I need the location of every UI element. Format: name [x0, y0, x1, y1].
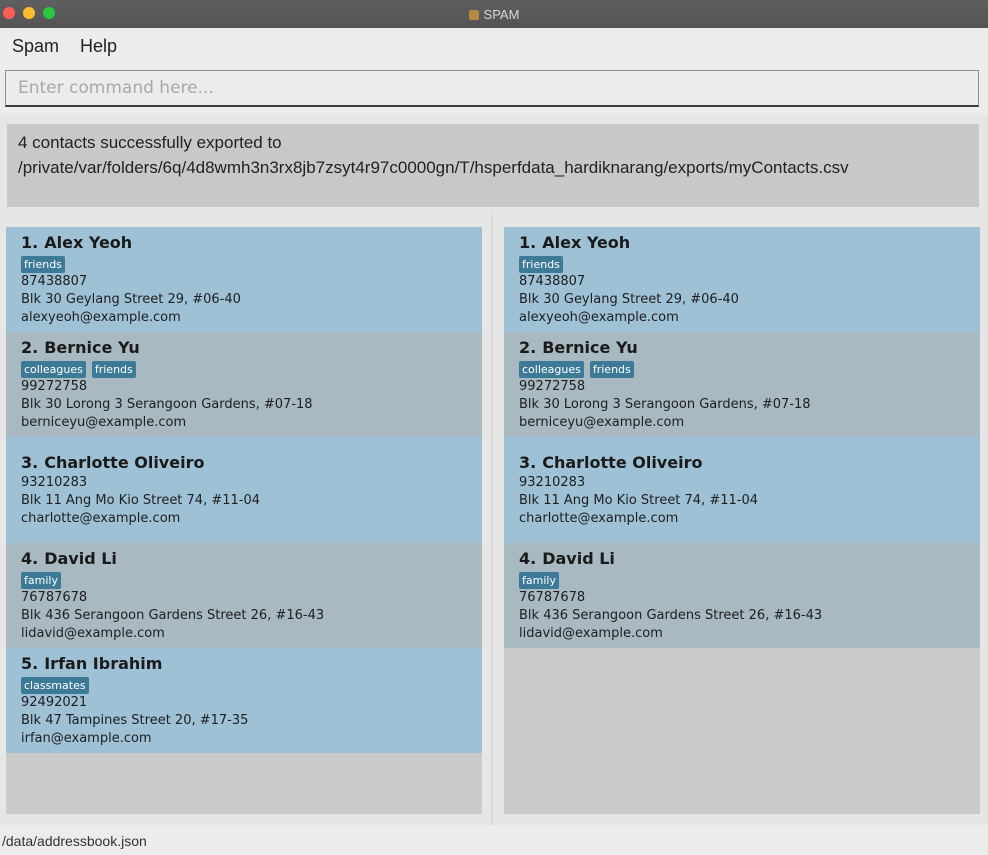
menu-help[interactable]: Help — [80, 36, 117, 57]
window-title: SPAM — [483, 6, 520, 22]
person-card[interactable]: 4. David Li family 76787678 Blk 436 Serangoo… — [6, 543, 482, 648]
person-index: 3. — [519, 453, 537, 472]
person-email: berniceyu@example.com — [519, 415, 685, 430]
result-line-1: 4 contacts successfully exported to — [18, 133, 282, 152]
person-phone: 87438807 — [21, 274, 88, 289]
person-index: 3. — [21, 453, 39, 472]
person-phone: 92492021 — [21, 695, 88, 710]
person-name-row: 1. Alex Yeoh — [519, 233, 630, 252]
person-name-row: 4. David Li — [519, 549, 615, 568]
person-address: Blk 11 Ang Mo Kio Street 74, #11-04 — [21, 493, 261, 508]
menu-spam[interactable]: Spam — [12, 36, 59, 57]
tag-label: family — [21, 572, 61, 589]
person-index: 1. — [519, 233, 537, 252]
command-box — [5, 70, 979, 107]
status-bar: /data/addressbook.json — [0, 825, 988, 855]
person-index: 5. — [21, 654, 39, 673]
person-phone: 76787678 — [519, 590, 586, 605]
person-phone: 93210283 — [21, 475, 88, 490]
list-area: 1. Alex Yeoh friends 87438807 Blk 30 Geylang… — [0, 214, 988, 825]
tag-label: colleagues — [21, 361, 86, 378]
tag-label: family — [519, 572, 559, 589]
person-tags: classmates — [21, 677, 95, 694]
person-name: Charlotte Oliveiro — [542, 453, 703, 472]
person-tags: colleagues friends — [21, 361, 142, 378]
person-address: Blk 30 Geylang Street 29, #06-40 — [519, 292, 739, 307]
person-index: 4. — [21, 549, 39, 568]
person-name: Bernice Yu — [44, 338, 140, 357]
person-card[interactable]: 4. David Li family 76787678 Blk 436 Serangoo… — [504, 543, 980, 648]
person-card[interactable]: 3. Charlotte Oliveiro 93210283 Blk 11 Ang M… — [504, 437, 980, 543]
person-email: lidavid@example.com — [519, 626, 663, 641]
person-name-row: 3. Charlotte Oliveiro — [21, 453, 204, 472]
person-index: 4. — [519, 549, 537, 568]
person-name-row: 2. Bernice Yu — [519, 338, 638, 357]
tag-label: friends — [91, 361, 136, 378]
person-tags: family — [519, 572, 565, 589]
person-list-right[interactable]: 1. Alex Yeoh friends 87438807 Blk 30 Geylang… — [504, 227, 980, 814]
person-name-row: 1. Alex Yeoh — [21, 233, 132, 252]
person-address: Blk 47 Tampines Street 20, #17-35 — [21, 713, 249, 728]
person-phone: 93210283 — [519, 475, 586, 490]
person-name: Alex Yeoh — [44, 233, 133, 252]
person-address: Blk 30 Lorong 3 Serangoon Gardens, #07-1… — [21, 397, 313, 412]
panel-divider[interactable] — [491, 214, 493, 825]
person-card[interactable]: 1. Alex Yeoh friends 87438807 Blk 30 Geylang… — [504, 227, 980, 332]
person-email: berniceyu@example.com — [21, 415, 187, 430]
command-input[interactable] — [6, 71, 978, 105]
person-card[interactable]: 1. Alex Yeoh friends 87438807 Blk 30 Geylang… — [6, 227, 482, 332]
person-email: alexyeoh@example.com — [519, 310, 679, 325]
person-card[interactable]: 3. Charlotte Oliveiro 93210283 Blk 11 Ang M… — [6, 437, 482, 543]
person-address: Blk 30 Geylang Street 29, #06-40 — [21, 292, 241, 307]
person-card[interactable]: 5. Irfan Ibrahim classmates 92492021 Blk 47 … — [6, 648, 482, 753]
person-name: Bernice Yu — [542, 338, 638, 357]
person-email: charlotte@example.com — [21, 511, 181, 526]
person-name-row: 2. Bernice Yu — [21, 338, 140, 357]
person-card[interactable]: 2. Bernice Yu colleagues friends 99272758 Blk… — [6, 332, 482, 437]
app-icon — [468, 10, 479, 20]
person-card[interactable]: 2. Bernice Yu colleagues friends 99272758 Blk… — [504, 332, 980, 437]
person-phone: 76787678 — [21, 590, 88, 605]
person-name: David Li — [44, 549, 117, 568]
result-line-2: /private/var/folders/6q/4d8wmh3n3rx8jb7z… — [18, 158, 849, 177]
person-tags: friends — [21, 256, 71, 273]
person-name: Alex Yeoh — [542, 233, 631, 252]
person-address: Blk 30 Lorong 3 Serangoon Gardens, #07-1… — [519, 397, 811, 412]
tag-label: classmates — [21, 677, 89, 694]
tag-label: friends — [519, 256, 563, 273]
person-phone: 99272758 — [519, 379, 586, 394]
status-file-path: /data/addressbook.json — [2, 833, 147, 849]
person-name-row: 3. Charlotte Oliveiro — [519, 453, 702, 472]
person-index: 1. — [21, 233, 39, 252]
person-name-row: 4. David Li — [21, 549, 117, 568]
person-address: Blk 436 Serangoon Gardens Street 26, #16… — [21, 608, 325, 623]
person-index: 2. — [519, 338, 537, 357]
person-name: Charlotte Oliveiro — [44, 453, 205, 472]
title-bar: SPAM — [0, 0, 988, 28]
person-name: Irfan Ibrahim — [44, 654, 163, 673]
person-tags: family — [21, 572, 67, 589]
person-tags: colleagues friends — [519, 361, 640, 378]
person-email: alexyeoh@example.com — [21, 310, 181, 325]
person-list-left[interactable]: 1. Alex Yeoh friends 87438807 Blk 30 Geylang… — [6, 227, 482, 814]
tag-label: friends — [21, 256, 65, 273]
person-index: 2. — [21, 338, 39, 357]
person-name: David Li — [542, 549, 615, 568]
person-address: Blk 11 Ang Mo Kio Street 74, #11-04 — [519, 493, 759, 508]
person-name-row: 5. Irfan Ibrahim — [21, 654, 162, 673]
person-tags: friends — [519, 256, 569, 273]
result-display: 4 contacts successfully exported to /pri… — [7, 124, 979, 207]
person-address: Blk 436 Serangoon Gardens Street 26, #16… — [519, 608, 823, 623]
person-phone: 99272758 — [21, 379, 88, 394]
person-email: lidavid@example.com — [21, 626, 165, 641]
menu-bar: Spam Help — [0, 28, 988, 64]
tag-label: friends — [589, 361, 634, 378]
person-email: charlotte@example.com — [519, 511, 679, 526]
person-phone: 87438807 — [519, 274, 586, 289]
result-panel: 4 contacts successfully exported to /pri… — [0, 115, 988, 214]
person-email: irfan@example.com — [21, 731, 152, 746]
tag-label: colleagues — [519, 361, 584, 378]
